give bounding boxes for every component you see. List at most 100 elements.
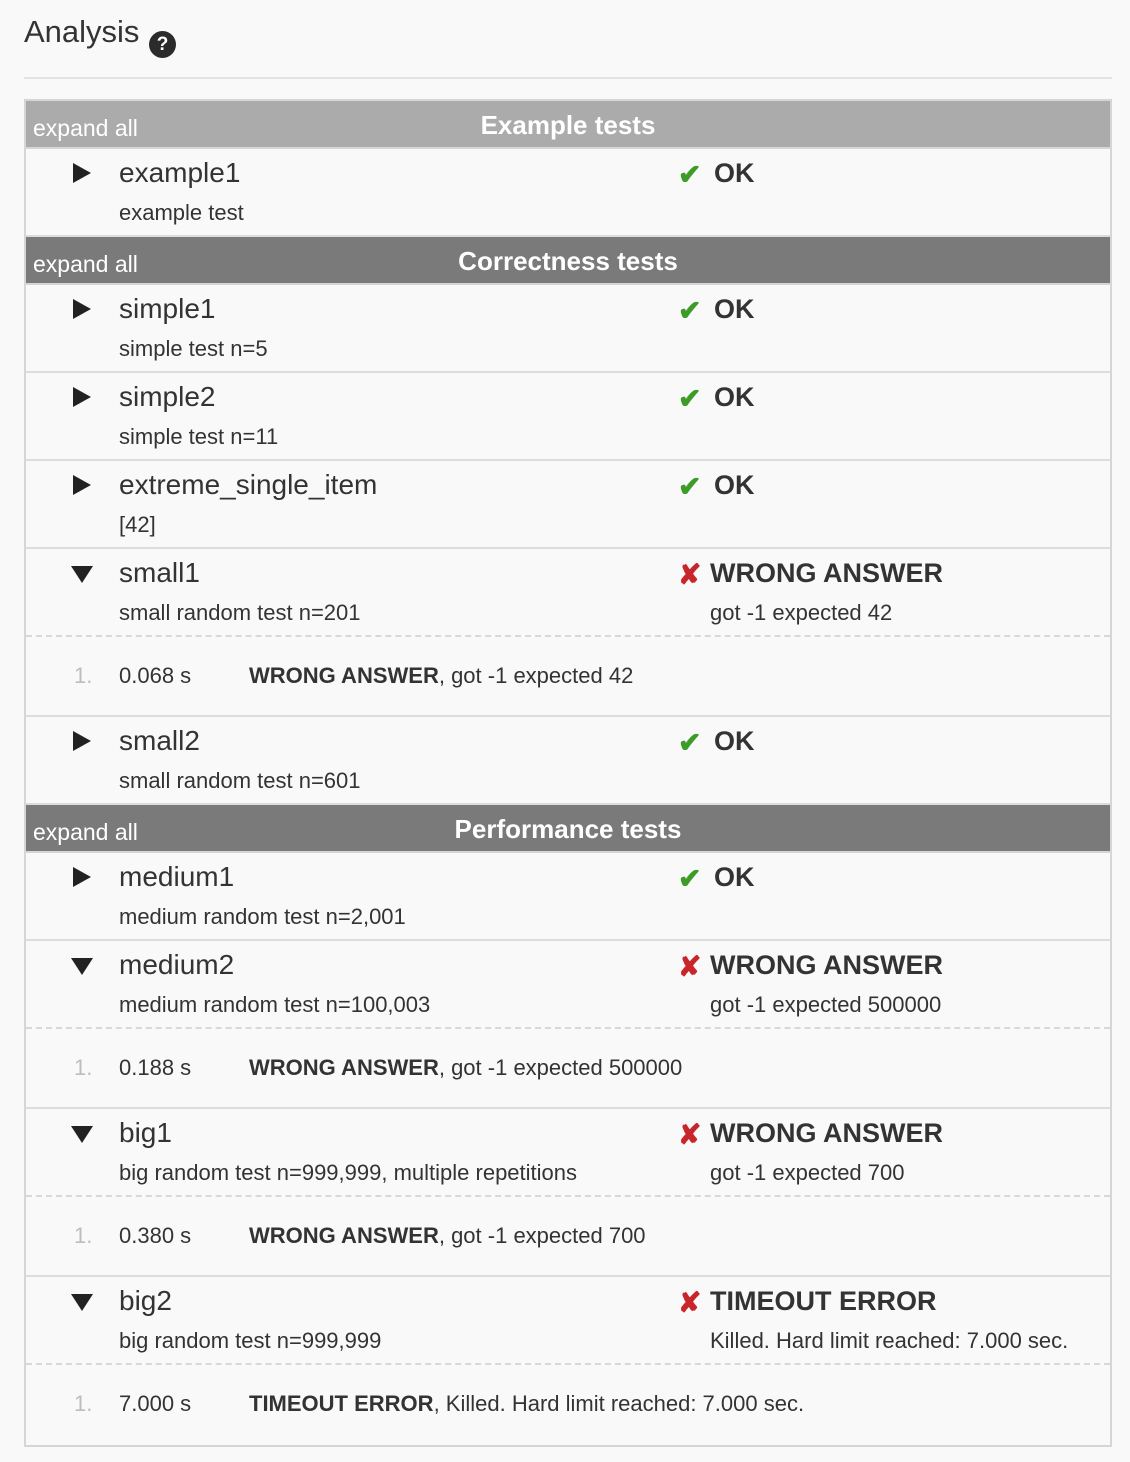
cross-icon: ✘ [678, 1119, 702, 1150]
status-detail: got -1 expected 42 [710, 600, 893, 625]
question-circle-icon[interactable]: ? [149, 31, 176, 58]
triangle-down-icon [71, 1294, 93, 1311]
triangle-down-icon [71, 566, 93, 583]
run-number: 1. [74, 1223, 93, 1248]
expand-toggle[interactable] [69, 865, 97, 891]
run-detail-row: 1. 0.188 s WRONG ANSWER, got -1 expected… [26, 1029, 1110, 1109]
checkmark-icon: ✔ [678, 295, 702, 326]
test-description: big random test n=999,999 [119, 1328, 382, 1353]
expand-toggle[interactable] [69, 473, 97, 499]
status-label: OK [714, 294, 755, 324]
run-detail-row: 1. 0.380 s WRONG ANSWER, got -1 expected… [26, 1197, 1110, 1277]
test-row: medium2 medium random test n=100,003 ✘ W… [26, 941, 1110, 1029]
test-name[interactable]: small1 [119, 557, 200, 589]
test-description: simple test n=5 [119, 336, 268, 361]
cross-icon: ✘ [678, 1287, 702, 1318]
test-row: small2 small random test n=601 ✔ OK [26, 717, 1110, 805]
test-row: simple1 simple test n=5 ✔ OK [26, 285, 1110, 373]
test-row: small1 small random test n=201 ✘ WRONG A… [26, 549, 1110, 637]
test-description: [42] [119, 512, 156, 537]
run-result: WRONG ANSWER, got -1 expected 500000 [249, 1055, 682, 1081]
test-description: simple test n=11 [119, 424, 279, 449]
test-row: big2 big random test n=999,999 ✘ TIMEOUT… [26, 1277, 1110, 1365]
run-result-status: TIMEOUT ERROR [249, 1391, 434, 1416]
test-name[interactable]: big1 [119, 1117, 172, 1149]
run-time: 0.068 s [119, 663, 192, 688]
run-time: 0.188 s [119, 1055, 192, 1080]
status-label: OK [714, 862, 755, 892]
section-title: Example tests [480, 110, 656, 140]
collapse-toggle[interactable] [69, 1289, 97, 1315]
run-result-status: WRONG ANSWER [249, 663, 439, 688]
run-result-status: WRONG ANSWER [249, 1055, 439, 1080]
checkmark-icon: ✔ [678, 383, 702, 414]
collapse-toggle[interactable] [69, 953, 97, 979]
status-detail: Killed. Hard limit reached: 7.000 sec. [710, 1328, 1069, 1353]
test-row: big1 big random test n=999,999, multiple… [26, 1109, 1110, 1197]
run-result: WRONG ANSWER, got -1 expected 700 [249, 1223, 646, 1249]
triangle-right-icon [73, 731, 91, 751]
run-result-message: , got -1 expected 700 [438, 1223, 646, 1248]
triangle-down-icon [71, 1126, 93, 1143]
test-description: example test [119, 200, 244, 225]
status-label: WRONG ANSWER [710, 950, 943, 980]
expand-toggle[interactable] [69, 729, 97, 755]
status-label: OK [714, 382, 755, 412]
run-result-status: WRONG ANSWER [249, 1223, 439, 1248]
test-name[interactable]: example1 [119, 157, 240, 189]
test-row: extreme_single_item [42] ✔ OK [26, 461, 1110, 549]
run-result: WRONG ANSWER, got -1 expected 42 [249, 663, 633, 689]
page-title: Analysis [24, 14, 140, 49]
run-number: 1. [74, 1391, 93, 1416]
run-detail-row: 1. 0.068 s WRONG ANSWER, got -1 expected… [26, 637, 1110, 717]
status-label: OK [714, 726, 755, 756]
run-result-message: , Killed. Hard limit reached: 7.000 sec. [433, 1391, 805, 1416]
status-label: OK [714, 158, 755, 188]
section-header: expand all Example tests [26, 101, 1110, 149]
checkmark-icon: ✔ [678, 727, 702, 758]
status-detail: got -1 expected 500000 [710, 992, 942, 1017]
test-description: small random test n=601 [119, 768, 361, 793]
test-row: example1 example test ✔ OK [26, 149, 1110, 237]
expand-toggle[interactable] [69, 385, 97, 411]
test-name[interactable]: simple2 [119, 381, 215, 413]
status-label: TIMEOUT ERROR [710, 1286, 937, 1316]
test-row: medium1 medium random test n=2,001 ✔ OK [26, 853, 1110, 941]
checkmark-icon: ✔ [678, 863, 702, 894]
triangle-right-icon [73, 299, 91, 319]
test-name[interactable]: medium2 [119, 949, 234, 981]
run-detail-row: 1. 7.000 s TIMEOUT ERROR, Killed. Hard l… [26, 1365, 1110, 1445]
test-name[interactable]: big2 [119, 1285, 172, 1317]
test-description: small random test n=201 [119, 600, 361, 625]
collapse-toggle[interactable] [69, 561, 97, 587]
section-title: Performance tests [454, 814, 682, 844]
run-result-message: , got -1 expected 42 [438, 663, 634, 688]
run-number: 1. [74, 663, 93, 688]
expand-toggle[interactable] [69, 297, 97, 323]
run-time: 7.000 s [119, 1391, 192, 1416]
test-name[interactable]: medium1 [119, 861, 234, 893]
expand-toggle[interactable] [69, 161, 97, 187]
section-header: expand all Correctness tests [26, 237, 1110, 285]
triangle-right-icon [73, 387, 91, 407]
triangle-down-icon [71, 958, 93, 975]
test-name[interactable]: small2 [119, 725, 200, 757]
test-description: big random test n=999,999, multiple repe… [119, 1160, 578, 1185]
checkmark-icon: ✔ [678, 471, 702, 502]
collapse-toggle[interactable] [69, 1121, 97, 1147]
run-result: TIMEOUT ERROR, Killed. Hard limit reache… [249, 1391, 804, 1417]
test-name[interactable]: simple1 [119, 293, 215, 325]
cross-icon: ✘ [678, 559, 702, 590]
status-label: WRONG ANSWER [710, 1118, 943, 1148]
run-time: 0.380 s [119, 1223, 192, 1248]
cross-icon: ✘ [678, 951, 702, 982]
test-description: medium random test n=100,003 [119, 992, 431, 1017]
triangle-right-icon [73, 867, 91, 887]
triangle-right-icon [73, 475, 91, 495]
section-header: expand all Performance tests [26, 805, 1110, 853]
checkmark-icon: ✔ [678, 159, 702, 190]
test-name[interactable]: extreme_single_item [119, 469, 377, 501]
triangle-right-icon [73, 163, 91, 183]
test-description: medium random test n=2,001 [119, 904, 406, 929]
status-label: OK [714, 470, 755, 500]
